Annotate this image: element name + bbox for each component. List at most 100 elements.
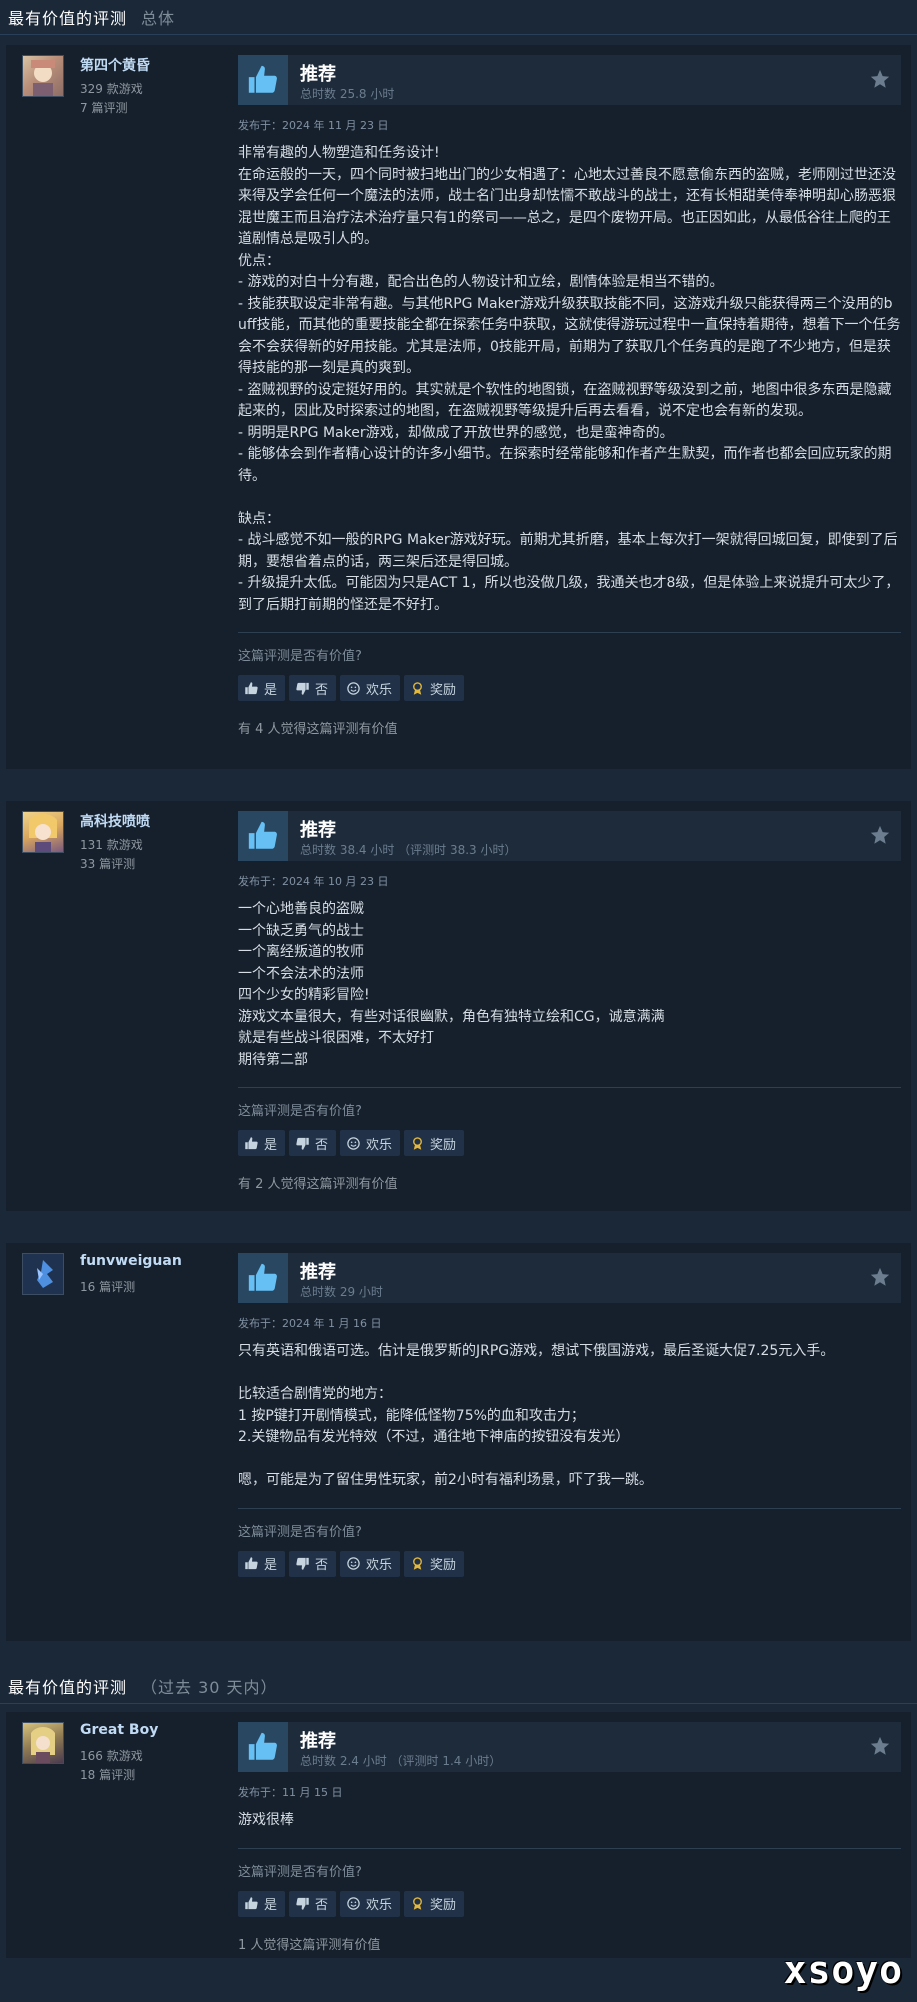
author-games-count[interactable]: 329 款游戏 (80, 80, 143, 97)
author-games-count[interactable]: 131 款游戏 (80, 836, 143, 853)
award-medal-icon (413, 681, 422, 695)
author-review-count[interactable]: 7 篇评测 (80, 99, 127, 116)
vote-yes-button[interactable]: 是 (238, 675, 286, 701)
section-header-overall: 最有价值的评测 总体 (0, 0, 917, 35)
author-name[interactable]: funvweiguan (80, 1253, 182, 1269)
posted-date: 发布于：11 月 15 日 (238, 1786, 343, 1799)
author-name[interactable]: 高科技喷喷 (80, 811, 150, 831)
divider (238, 1847, 901, 1849)
thumbs-up-icon (245, 1557, 258, 1570)
vote-yes-button[interactable]: 是 (238, 1550, 286, 1577)
award-label: 奖励 (430, 682, 457, 698)
thumbs-up-icon (238, 1253, 288, 1303)
vote-funny-button[interactable]: 欢乐 (340, 1130, 401, 1156)
vote-title: 推荐 (300, 820, 336, 841)
vote-yes-label: 是 (264, 1898, 278, 1913)
thumbs-down-icon (296, 682, 309, 695)
vote-buttons: 是 否 欢乐 奖励 (238, 675, 901, 701)
vote-yes-label: 是 (264, 682, 278, 698)
author-review-count[interactable]: 16 篇评测 (80, 1278, 135, 1295)
playtime-hours: 总时数 2.4 小时 （评测时 1.4 小时） (300, 1754, 502, 1768)
award-medal-icon (413, 1557, 422, 1570)
vote-funny-button[interactable]: 欢乐 (340, 1890, 401, 1917)
helpful-question: 这篇评测是否有价值? (238, 649, 362, 664)
vote-yes-button[interactable]: 是 (238, 1890, 286, 1917)
award-medal-icon (413, 1136, 422, 1150)
helpful-count: 有 2 人觉得这篇评测有价值 (238, 1177, 398, 1192)
vote-yes-label: 是 (264, 1137, 278, 1153)
vote-yes-button[interactable]: 是 (238, 1130, 286, 1156)
vote-funny-label: 欢乐 (366, 1898, 393, 1913)
smiley-icon (347, 681, 360, 695)
review-content: 游戏很棒 (238, 1812, 294, 1828)
thumbs-down-icon (296, 1137, 309, 1150)
avatar[interactable] (22, 1722, 64, 1764)
vote-funny-label: 欢乐 (366, 1137, 393, 1153)
vote-no-button[interactable]: 否 (289, 1550, 337, 1577)
award-button[interactable]: 奖励 (404, 1550, 465, 1577)
award-button[interactable]: 奖励 (404, 1130, 465, 1156)
vote-buttons: 是 否 欢乐 奖励 (238, 1890, 901, 1917)
section-title: 最有价值的评测 (8, 1678, 128, 1697)
vote-no-label: 否 (315, 682, 329, 698)
vote-buttons: 是 否 欢乐 奖励 (238, 1130, 901, 1156)
section-header-recent: 最有价值的评测 （过去 30 天内） (0, 1669, 917, 1704)
author-name[interactable]: 第四个黄昏 (80, 55, 150, 75)
award-button[interactable]: 奖励 (404, 675, 465, 701)
avatar[interactable] (22, 811, 64, 853)
award-star-icon[interactable] (869, 1266, 891, 1288)
award-button[interactable]: 奖励 (404, 1890, 465, 1917)
review-content: 一个心地善良的盗贼 一个缺乏勇气的战士 一个离经叛道的牧师 一个不会法术的法师 … (238, 901, 665, 1068)
award-star-icon[interactable] (869, 824, 891, 846)
vote-no-label: 否 (315, 1558, 329, 1573)
award-star-icon[interactable] (869, 1735, 891, 1757)
divider (238, 1507, 901, 1509)
review-body: 推荐 总时数 38.4 小时 （评测时 38.3 小时） 发布于：2024 年 … (238, 811, 901, 1192)
helpful-question: 这篇评测是否有价值? (238, 1524, 362, 1540)
section-title: 最有价值的评测 (8, 9, 128, 28)
helpful-count: 有 4 人觉得这篇评测有价值 (238, 722, 398, 737)
vote-header[interactable]: 推荐 总时数 2.4 小时 （评测时 1.4 小时） (238, 1722, 901, 1772)
vote-title: 推荐 (300, 1262, 336, 1283)
vote-funny-button[interactable]: 欢乐 (340, 1550, 401, 1577)
vote-no-label: 否 (315, 1898, 329, 1913)
author-review-count[interactable]: 18 篇评测 (80, 1766, 135, 1783)
playtime-hours: 总时数 38.4 小时 （评测时 38.3 小时） (300, 843, 517, 857)
review-body: 推荐 总时数 2.4 小时 （评测时 1.4 小时） 发布于：11 月 15 日… (238, 1722, 901, 1953)
smiley-icon (347, 1897, 360, 1910)
vote-buttons: 是 否 欢乐 奖励 (238, 1550, 901, 1577)
award-label: 奖励 (430, 1898, 457, 1913)
review-card: 高科技喷喷 131 款游戏 33 篇评测 推荐 总时数 38.4 小时 （评测时… (6, 801, 911, 1211)
award-star-icon[interactable] (869, 68, 891, 90)
divider (238, 632, 901, 633)
review-body: 推荐 总时数 25.8 小时 发布于：2024 年 11 月 23 日 非常有趣… (238, 55, 901, 737)
vote-title: 推荐 (300, 1731, 336, 1752)
review-card: 第四个黄昏 329 款游戏 7 篇评测 推荐 总时数 25.8 小时 发布于：2… (6, 45, 911, 769)
author-name[interactable]: Great Boy (80, 1722, 158, 1738)
avatar[interactable] (22, 55, 64, 97)
review-content: 只有英语和俄语可选。估计是俄罗斯的JRPG游戏，想试下俄国游戏，最后圣诞大促7.… (238, 1343, 835, 1488)
thumbs-up-icon (245, 1897, 258, 1910)
vote-header[interactable]: 推荐 总时数 29 小时 (238, 1253, 901, 1303)
avatar[interactable] (22, 1253, 64, 1295)
thumbs-down-icon (296, 1557, 309, 1570)
author-review-count[interactable]: 33 篇评测 (80, 855, 135, 872)
vote-header[interactable]: 推荐 总时数 25.8 小时 (238, 55, 901, 105)
review-card: funvweiguan 16 篇评测 推荐 总时数 29 小时 发布于：2024… (6, 1243, 911, 1641)
thumbs-up-icon (245, 681, 258, 694)
smiley-icon (347, 1557, 360, 1570)
vote-no-button[interactable]: 否 (289, 1130, 337, 1156)
vote-funny-button[interactable]: 欢乐 (340, 675, 401, 701)
vote-header[interactable]: 推荐 总时数 38.4 小时 （评测时 38.3 小时） (238, 811, 901, 861)
vote-title: 推荐 (300, 64, 336, 85)
vote-no-button[interactable]: 否 (289, 675, 337, 701)
vote-funny-label: 欢乐 (366, 682, 393, 698)
divider (238, 1087, 901, 1088)
watermark-logo: xsoyo (783, 1948, 903, 1992)
posted-date: 发布于：2024 年 10 月 23 日 (238, 875, 389, 888)
vote-no-button[interactable]: 否 (289, 1890, 337, 1917)
helpful-question: 这篇评测是否有价值? (238, 1864, 362, 1880)
review-card: Great Boy 166 款游戏 18 篇评测 推荐 总时数 2.4 小时 （… (6, 1712, 911, 1958)
author-games-count[interactable]: 166 款游戏 (80, 1747, 143, 1764)
review-content: 非常有趣的人物塑造和任务设计! 在命运般的一天，四个同时被扫地出门的少女相遇了：… (238, 145, 901, 613)
